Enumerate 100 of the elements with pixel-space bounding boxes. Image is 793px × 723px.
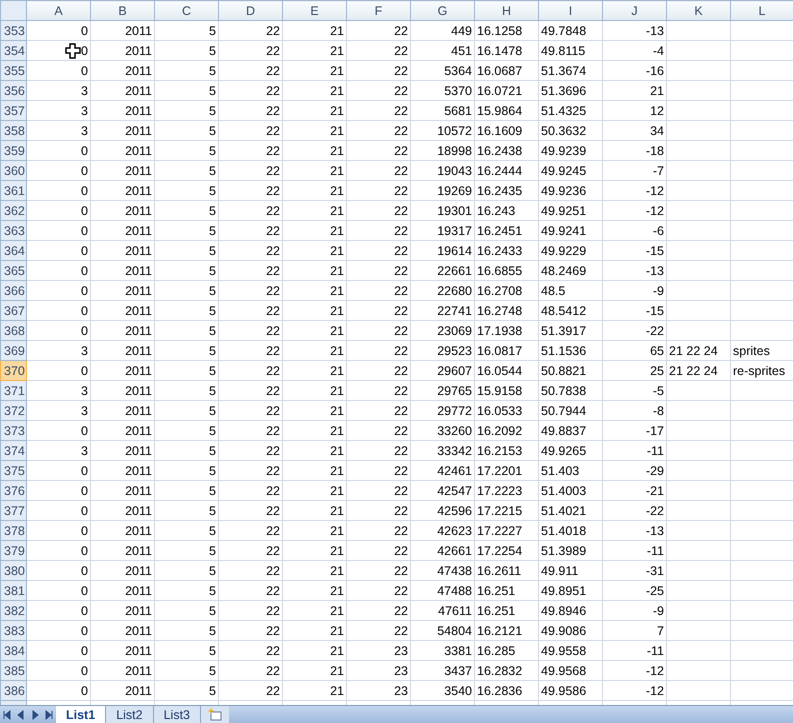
row-header[interactable]: 364 xyxy=(0,240,26,260)
column-header[interactable]: D xyxy=(218,0,282,20)
row-header[interactable]: 371 xyxy=(0,380,26,400)
cell-value: -18 xyxy=(646,144,664,158)
cell-value: 22 xyxy=(266,124,280,138)
cell-value: -8 xyxy=(652,404,664,418)
row-header[interactable]: 382 xyxy=(0,600,26,620)
cell-value: -12 xyxy=(646,664,664,678)
cell-value: 21 xyxy=(330,644,344,658)
cell-value: 5 xyxy=(209,424,216,438)
cell-value: 5 xyxy=(209,324,216,338)
cell-value: 22 xyxy=(394,184,408,198)
row-header[interactable]: 373 xyxy=(0,420,26,440)
row-header[interactable]: 362 xyxy=(0,200,26,220)
row-header[interactable]: 355 xyxy=(0,60,26,80)
row-header[interactable]: 353 xyxy=(0,20,26,40)
cell-value: 16.0544 xyxy=(477,364,522,378)
row-header[interactable]: 386 xyxy=(0,680,26,700)
row-header[interactable]: 356 xyxy=(0,80,26,100)
cell-value: 0 xyxy=(81,224,88,238)
cell-value: 2011 xyxy=(125,44,152,58)
cell-value: 5 xyxy=(209,124,216,138)
row-header[interactable]: 376 xyxy=(0,480,26,500)
sheet-tab[interactable]: List3 xyxy=(154,706,201,723)
cell-value: 16.2433 xyxy=(477,244,522,258)
cell-value: 5 xyxy=(209,64,216,78)
cell-value: 22 xyxy=(394,84,408,98)
cell-value: re-sprites xyxy=(733,364,786,378)
column-header[interactable]: G xyxy=(410,0,474,20)
cell-value: 21 xyxy=(330,364,344,378)
cell-value: 22 xyxy=(266,684,280,698)
row-header[interactable]: 380 xyxy=(0,560,26,580)
cell-value: 51.4021 xyxy=(541,504,586,518)
column-header[interactable]: C xyxy=(154,0,218,20)
cell-value: 2011 xyxy=(125,144,152,158)
column-header[interactable]: E xyxy=(282,0,346,20)
row-header[interactable]: 361 xyxy=(0,180,26,200)
cell-value: 16.6855 xyxy=(477,264,522,278)
cell-value: 3540 xyxy=(444,684,472,698)
column-header[interactable]: H xyxy=(474,0,538,20)
row-header[interactable]: 385 xyxy=(0,660,26,680)
row-header[interactable]: 354 xyxy=(0,40,26,60)
row-header[interactable]: 381 xyxy=(0,580,26,600)
cell-value: 51.3917 xyxy=(541,324,586,338)
cell-value: 3 xyxy=(81,404,88,418)
row-header[interactable]: 370 xyxy=(0,360,26,380)
cell-value: 49.9265 xyxy=(541,444,586,458)
cell-value: 0 xyxy=(81,24,88,38)
cell-value: 5 xyxy=(209,164,216,178)
row-header[interactable]: 367 xyxy=(0,300,26,320)
row-header[interactable]: 360 xyxy=(0,160,26,180)
row-header[interactable]: 366 xyxy=(0,280,26,300)
cell-value: 22 xyxy=(394,124,408,138)
cell-value: 22 xyxy=(266,504,280,518)
cell-value: 22 xyxy=(394,304,408,318)
row-header[interactable]: 359 xyxy=(0,140,26,160)
column-header[interactable]: J xyxy=(602,0,666,20)
cell-value: 49.9568 xyxy=(541,664,586,678)
cell-value: 5 xyxy=(209,364,216,378)
row-header[interactable]: 372 xyxy=(0,400,26,420)
row-header[interactable]: 358 xyxy=(0,120,26,140)
cell-value: -25 xyxy=(646,584,664,598)
cell-value: 5 xyxy=(209,584,216,598)
row-header[interactable]: 363 xyxy=(0,220,26,240)
cell-value: 22 xyxy=(266,64,280,78)
row-header[interactable]: 377 xyxy=(0,500,26,520)
sheet-tab[interactable]: List1 xyxy=(56,706,106,723)
column-header[interactable]: K xyxy=(666,0,730,20)
cell-value: 22 xyxy=(266,604,280,618)
cell-value: 50.8821 xyxy=(541,364,586,378)
cell-value: 51.4325 xyxy=(541,104,586,118)
column-header[interactable]: I xyxy=(538,0,602,20)
row-header[interactable]: 383 xyxy=(0,620,26,640)
row-header[interactable]: 369 xyxy=(0,340,26,360)
cell-value: -5 xyxy=(652,384,664,398)
row-header[interactable]: 357 xyxy=(0,100,26,120)
cell-value: 22 xyxy=(266,564,280,578)
column-header[interactable]: F xyxy=(346,0,410,20)
cell-value: 22 xyxy=(266,584,280,598)
row-header[interactable]: 379 xyxy=(0,540,26,560)
cell-value: 0 xyxy=(81,244,88,258)
row-header[interactable]: 365 xyxy=(0,260,26,280)
row-header[interactable]: 384 xyxy=(0,640,26,660)
cell-value: 22 xyxy=(266,204,280,218)
cell-value: 3437 xyxy=(444,664,472,678)
row-header[interactable]: 368 xyxy=(0,320,26,340)
cell-value: 22 xyxy=(394,504,408,518)
column-header[interactable]: L xyxy=(730,0,793,20)
insert-sheet-button[interactable] xyxy=(201,706,229,723)
sheet-tab[interactable]: List2 xyxy=(106,706,154,723)
row-header[interactable]: 375 xyxy=(0,460,26,480)
cell-value: 0 xyxy=(81,484,88,498)
row-header[interactable]: 378 xyxy=(0,520,26,540)
row-header[interactable]: 374 xyxy=(0,440,26,460)
column-header[interactable]: A xyxy=(26,0,90,20)
column-header[interactable]: B xyxy=(90,0,154,20)
cell-value: 42623 xyxy=(437,524,472,538)
cell-value: 3 xyxy=(81,344,88,358)
cell-value: 49.9239 xyxy=(541,144,586,158)
cell-value: 49.9229 xyxy=(541,244,586,258)
